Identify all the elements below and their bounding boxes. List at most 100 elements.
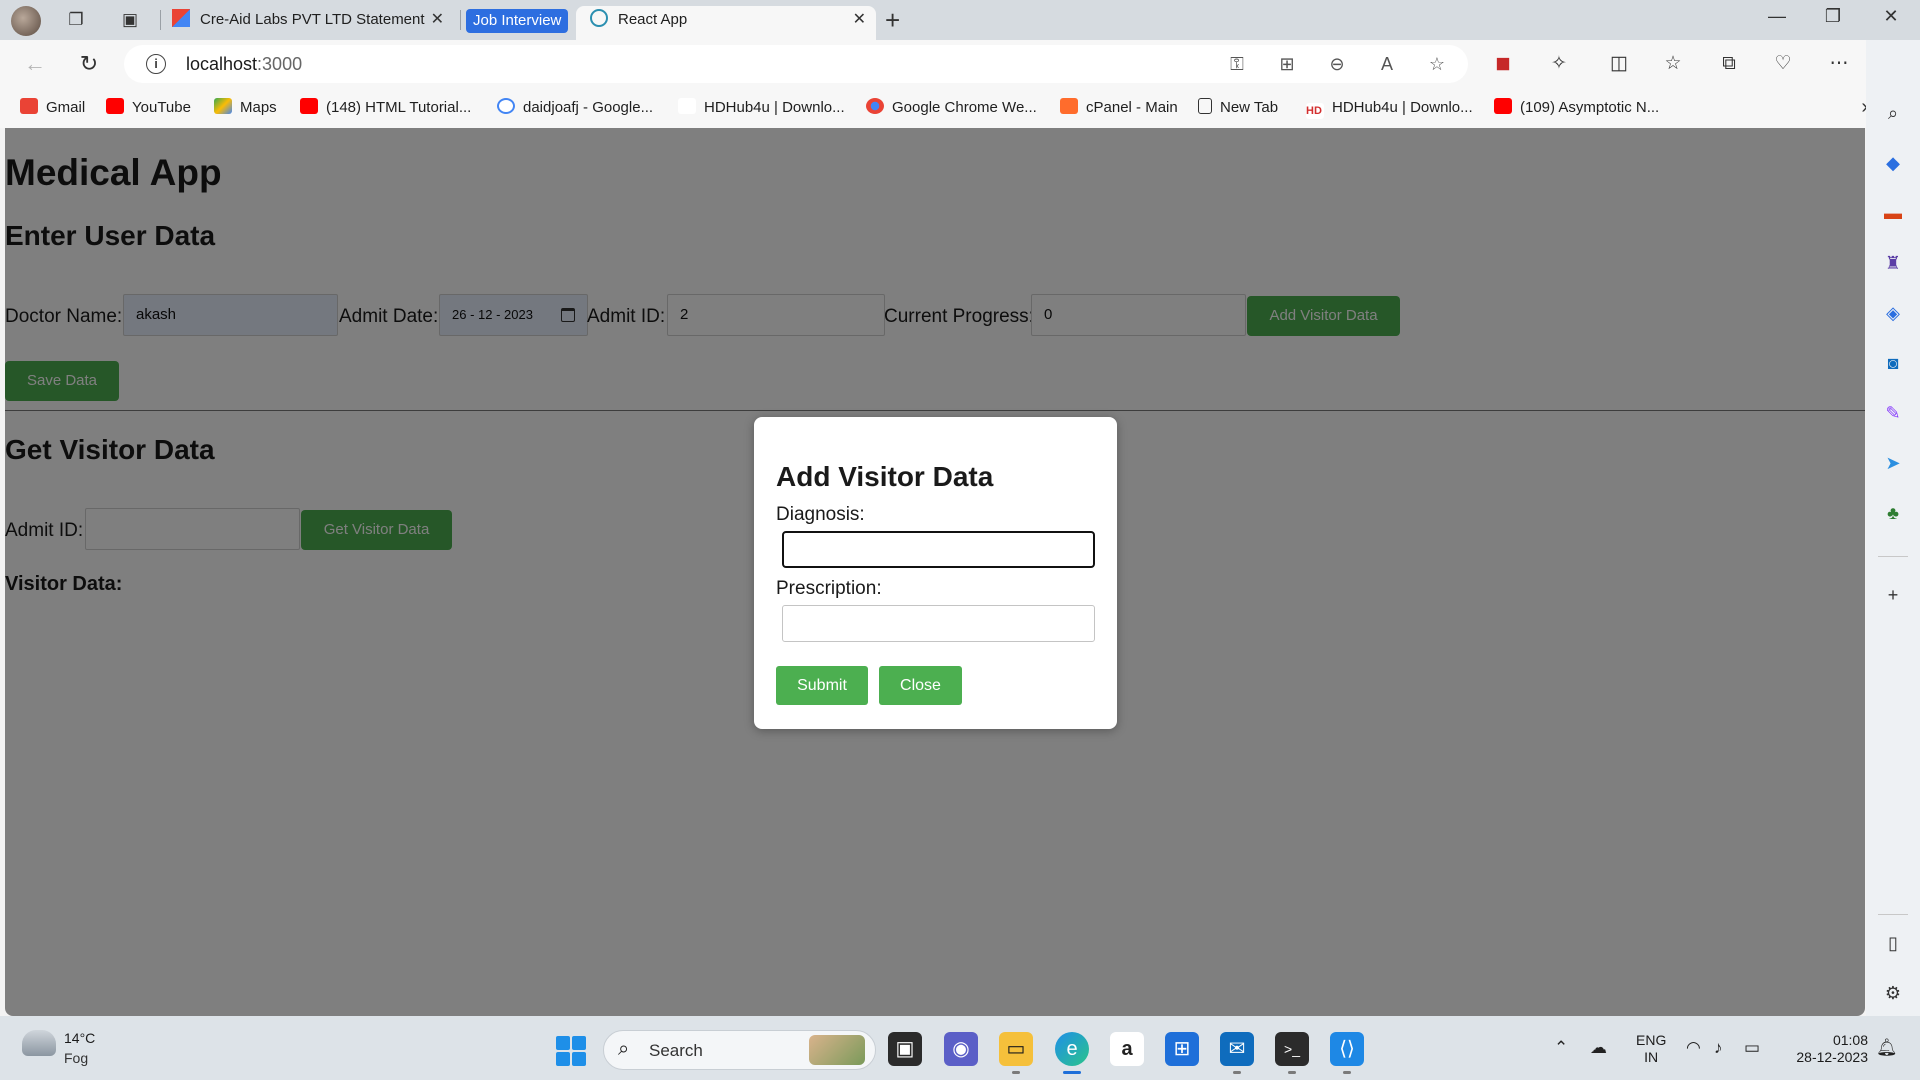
bookmarks-bar: Gmail YouTube Maps (148) HTML Tutorial..… xyxy=(0,88,1880,128)
close-window-icon[interactable]: ✕ xyxy=(1876,6,1906,27)
bookmark-label: New Tab xyxy=(1220,99,1279,116)
extension-red-icon[interactable]: ◼ xyxy=(1490,51,1516,77)
close-tab-icon[interactable]: ✕ xyxy=(853,6,866,34)
split-screen-icon[interactable]: ◫ xyxy=(1606,51,1632,77)
new-tab-icon[interactable]: + xyxy=(885,6,900,34)
microsoft-store-icon[interactable]: ⊞ xyxy=(1165,1032,1199,1066)
bookmark-hdhub4u[interactable]: HDHub4u | Downlo... xyxy=(678,97,845,119)
react-icon xyxy=(590,9,608,27)
tree-icon[interactable]: ♣ xyxy=(1880,500,1906,526)
add-icon[interactable]: + xyxy=(1880,582,1906,608)
system-clock[interactable]: 01:08 28-12-2023 xyxy=(1788,1032,1868,1066)
more-menu-icon[interactable]: ⋯ xyxy=(1826,51,1852,77)
vertical-tabs-icon[interactable]: ▣ xyxy=(118,8,142,32)
prescription-label: Prescription: xyxy=(776,578,882,599)
back-icon[interactable]: ← xyxy=(20,50,50,78)
profile-avatar[interactable] xyxy=(11,6,41,36)
bookmark-new-tab[interactable]: New Tab xyxy=(1198,97,1278,119)
bookmark-asymptotic[interactable]: (109) Asymptotic N... xyxy=(1494,97,1659,119)
designer-icon[interactable]: ✎ xyxy=(1880,400,1906,426)
page-icon xyxy=(1198,98,1212,114)
teams-icon[interactable]: ◉ xyxy=(944,1032,978,1066)
notification-bell-icon[interactable]: 🔔︎ xyxy=(1876,1038,1898,1058)
bookmark-hdhub4u-2[interactable]: HD HDHub4u | Downlo... xyxy=(1306,97,1473,119)
hd-icon: HD xyxy=(1306,103,1324,119)
bookmark-youtube[interactable]: YouTube xyxy=(106,97,191,119)
terminal-icon[interactable]: >_ xyxy=(1275,1032,1309,1066)
url-text[interactable]: localhost:3000 xyxy=(186,54,302,75)
close-button[interactable]: Close xyxy=(879,666,962,705)
windows-start-icon[interactable] xyxy=(556,1036,586,1066)
show-hidden-icons-chevron-icon[interactable]: ⌃ xyxy=(1554,1038,1568,1058)
outlook-new-icon[interactable]: ✉ xyxy=(1220,1032,1254,1066)
microsoft-365-icon[interactable]: ◈ xyxy=(1880,300,1906,326)
extensions-icon[interactable]: ✧ xyxy=(1546,51,1572,77)
tab-group-label[interactable]: Job Interview xyxy=(466,9,569,33)
address-bar[interactable]: i localhost:3000 ⚿ ⊞ ⊖ A ☆ xyxy=(124,45,1468,83)
hide-sidebar-icon[interactable]: ▯ xyxy=(1880,930,1906,956)
sidebar-divider xyxy=(1878,556,1908,557)
windows-taskbar: 14°C Fog ⌕ Search ▣ ◉ ▭ e a ⊞ ✉ >_ ⟨⟩ ⌃ … xyxy=(0,1016,1920,1080)
weather-fog-icon[interactable] xyxy=(22,1030,56,1056)
taskbar-search[interactable]: ⌕ Search xyxy=(603,1030,876,1070)
bookmark-label: Google Chrome We... xyxy=(892,99,1037,116)
bookmark-gmail[interactable]: Gmail xyxy=(20,97,85,119)
wifi-icon[interactable]: ◠ xyxy=(1686,1038,1701,1058)
restore-icon[interactable]: ❐ xyxy=(1818,6,1848,27)
prescription-input[interactable] xyxy=(782,605,1095,642)
battery-icon[interactable]: ▭ xyxy=(1744,1038,1760,1058)
favorites-icon[interactable]: ☆ xyxy=(1660,51,1686,77)
tab-react-app[interactable]: React App ✕ xyxy=(576,6,876,40)
send-icon[interactable]: ➤ xyxy=(1880,450,1906,476)
tab-gmail[interactable]: Cre-Aid Labs PVT LTD Statement ✕ xyxy=(172,6,454,40)
running-indicator xyxy=(1288,1071,1296,1074)
google-icon xyxy=(497,98,515,114)
onedrive-icon[interactable]: ☁ xyxy=(1590,1038,1607,1058)
refresh-icon[interactable]: ↻ xyxy=(74,50,104,78)
tab-separator xyxy=(460,10,461,30)
search-highlight-image xyxy=(809,1035,865,1065)
tools-icon[interactable]: ▬ xyxy=(1880,200,1906,226)
site-info-icon[interactable]: i xyxy=(146,54,166,74)
active-app-indicator xyxy=(1063,1071,1081,1074)
bookmark-label: HDHub4u | Downlo... xyxy=(1332,99,1473,116)
settings-gear-icon[interactable]: ⚙ xyxy=(1880,980,1906,1006)
gmail-icon xyxy=(172,9,190,27)
edge-browser-icon[interactable]: e xyxy=(1055,1032,1089,1066)
browser-essentials-icon[interactable]: ♡ xyxy=(1770,51,1796,77)
gmail-icon xyxy=(20,98,38,114)
apps-icon[interactable]: ⊞ xyxy=(1274,52,1300,76)
read-aloud-icon[interactable]: A xyxy=(1374,52,1400,76)
outlook-icon[interactable]: ◙ xyxy=(1880,350,1906,376)
task-view-icon[interactable]: ▣ xyxy=(888,1032,922,1066)
bookmark-maps[interactable]: Maps xyxy=(214,97,277,119)
search-icon[interactable]: ⌕ xyxy=(1880,100,1906,126)
tab-separator xyxy=(160,10,161,30)
collections-icon[interactable]: ⧉ xyxy=(1716,51,1742,77)
workspaces-icon[interactable]: ❐ xyxy=(64,8,88,32)
bookmark-html-tutorial[interactable]: (148) HTML Tutorial... xyxy=(300,97,471,119)
amazon-icon[interactable]: a xyxy=(1110,1032,1144,1066)
bookmark-cpanel[interactable]: cPanel - Main xyxy=(1060,97,1178,119)
diagnosis-input[interactable] xyxy=(782,531,1095,568)
file-explorer-icon[interactable]: ▭ xyxy=(999,1032,1033,1066)
key-icon[interactable]: ⚿ xyxy=(1224,52,1250,76)
bookmark-google-doc[interactable]: daidjoafj - Google... xyxy=(497,97,653,119)
favorite-star-icon[interactable]: ☆ xyxy=(1424,52,1450,76)
shopping-tag-icon[interactable]: ◆ xyxy=(1880,150,1906,176)
search-icon: ⌕ xyxy=(618,1038,630,1060)
youtube-icon xyxy=(300,98,318,114)
weather-temperature[interactable]: 14°C xyxy=(64,1030,95,1046)
vscode-icon[interactable]: ⟨⟩ xyxy=(1330,1032,1364,1066)
minimize-icon[interactable]: — xyxy=(1762,6,1792,27)
submit-button[interactable]: Submit xyxy=(776,666,868,705)
url-host: localhost xyxy=(186,54,258,74)
weather-description[interactable]: Fog xyxy=(64,1050,88,1066)
zoom-out-icon[interactable]: ⊖ xyxy=(1324,52,1350,76)
games-icon[interactable]: ♜ xyxy=(1880,250,1906,276)
language-indicator[interactable]: ENG IN xyxy=(1636,1032,1666,1066)
tab-label: React App xyxy=(618,11,688,28)
close-tab-icon[interactable]: ✕ xyxy=(431,6,444,34)
volume-icon[interactable]: ♪ xyxy=(1714,1038,1723,1058)
bookmark-chrome-web-store[interactable]: Google Chrome We... xyxy=(866,97,1037,119)
